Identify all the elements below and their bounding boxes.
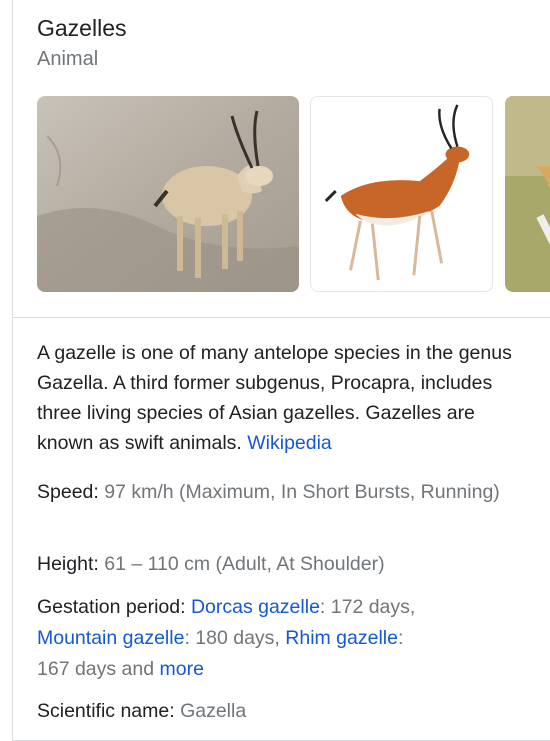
fact-scientific-name: Scientific name: Gazella [37, 696, 527, 727]
scientific-name-label: Scientific name: [37, 700, 175, 722]
dorcas-gazelle-value: : 172 days, [319, 596, 416, 618]
panel-subtitle: Animal [37, 48, 99, 70]
fact-gestation-period: Gestation period: Dorcas gazelle: 172 da… [37, 592, 527, 685]
gazelle-photo-thumbnail[interactable] [37, 96, 299, 292]
fact-speed: Speed: 97 km/h (Maximum, In Short Bursts… [37, 477, 527, 508]
mountain-gazelle-value: : 180 days, [184, 627, 280, 649]
gazelle-photo-partial-image [505, 96, 550, 292]
mountain-gazelle-link[interactable]: Mountain gazelle [37, 627, 184, 649]
gestation-label: Gestation period: [37, 596, 186, 618]
panel-title: Gazelles [37, 15, 127, 41]
rhim-gazelle-link[interactable]: Rhim gazelle [285, 627, 398, 649]
gazelle-illustration-image [311, 97, 492, 291]
height-label: Height: [37, 553, 99, 575]
more-link[interactable]: more [160, 658, 204, 680]
height-value: 61 – 110 cm (Adult, At Shoulder) [104, 553, 385, 575]
speed-label: Speed: [37, 481, 99, 503]
scientific-name-value: Gazella [180, 700, 247, 722]
dorcas-gazelle-link[interactable]: Dorcas gazelle [191, 596, 320, 618]
rhim-gazelle-value: 167 days and [37, 658, 155, 680]
gazelle-photo-thumbnail-partial[interactable] [505, 96, 550, 292]
gazelle-illustration-thumbnail[interactable] [310, 96, 493, 292]
rhim-gazelle-colon: : [397, 627, 404, 649]
description-paragraph: A gazelle is one of many antelope specie… [37, 338, 527, 458]
fact-height: Height: 61 – 110 cm (Adult, At Shoulder) [37, 549, 527, 580]
speed-value: 97 km/h (Maximum, In Short Bursts, Runni… [104, 481, 500, 503]
gazelle-photo-image [37, 96, 299, 292]
section-divider [12, 317, 550, 318]
wikipedia-link[interactable]: Wikipedia [247, 432, 332, 454]
